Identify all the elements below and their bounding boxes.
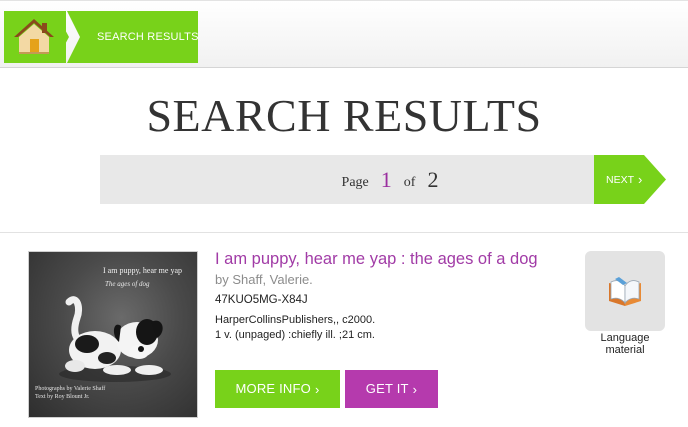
search-results-page: SEARCH RESULTS SEARCH RESULTS Page 1 of 2 N…	[0, 0, 688, 427]
cover-title: I am puppy, hear me yap	[103, 266, 183, 275]
pagination-bar: Page 1 of 2	[100, 155, 594, 204]
chevron-right-icon: ›	[412, 382, 418, 397]
result-record-id: 47KUO5MG-X84J	[215, 294, 308, 306]
cover-subtitle: The ages of dog	[105, 280, 150, 288]
get-it-label: GET IT	[365, 381, 409, 396]
result-physical-description: 1 v. (unpaged) :chiefly ill. ;21 cm.	[215, 329, 375, 341]
result-author: by Shaff, Valerie.	[215, 272, 313, 287]
result-title-link[interactable]: I am puppy, hear me yap : the ages of a …	[215, 250, 538, 269]
home-button-arrow	[55, 11, 69, 63]
more-info-button[interactable]: MORE INFO ›	[215, 370, 340, 408]
breadcrumb-search-results[interactable]: SEARCH RESULTS	[67, 11, 198, 63]
pagination-text: Page 1 of 2	[100, 155, 680, 204]
book-icon	[609, 277, 641, 306]
page-title: SEARCH RESULTS	[146, 90, 542, 141]
of-label: of	[403, 175, 416, 190]
next-button-label: NEXT ›	[606, 155, 643, 204]
cover-credit-photographer: Photographs by Valerie Shaff	[35, 386, 106, 392]
get-it-button[interactable]: GET IT ›	[345, 370, 438, 408]
top-navigation-bar: SEARCH RESULTS	[0, 0, 688, 68]
format-badge	[585, 251, 665, 331]
more-info-label: MORE INFO	[235, 381, 311, 396]
breadcrumb-label: SEARCH RESULTS	[97, 31, 199, 43]
result-publisher: HarperCollinsPublishers,, c2000.	[215, 314, 376, 326]
book-cover-image[interactable]: I am puppy, hear me yap The ages of dog …	[28, 251, 198, 418]
page-label: Page	[341, 175, 369, 190]
total-pages-number: 2	[427, 167, 439, 192]
format-label-line2: material	[605, 344, 645, 356]
format-label: Language material	[575, 332, 675, 356]
format-label-line1: Language	[600, 332, 650, 344]
chevron-right-icon: ›	[638, 172, 643, 187]
divider	[0, 232, 688, 233]
home-icon	[14, 19, 54, 54]
current-page-number: 1	[380, 167, 392, 192]
cover-credit-author: Text by Roy Blount Jr.	[35, 394, 90, 400]
puppy-illustration	[59, 296, 171, 382]
chevron-right-icon: ›	[314, 382, 320, 397]
